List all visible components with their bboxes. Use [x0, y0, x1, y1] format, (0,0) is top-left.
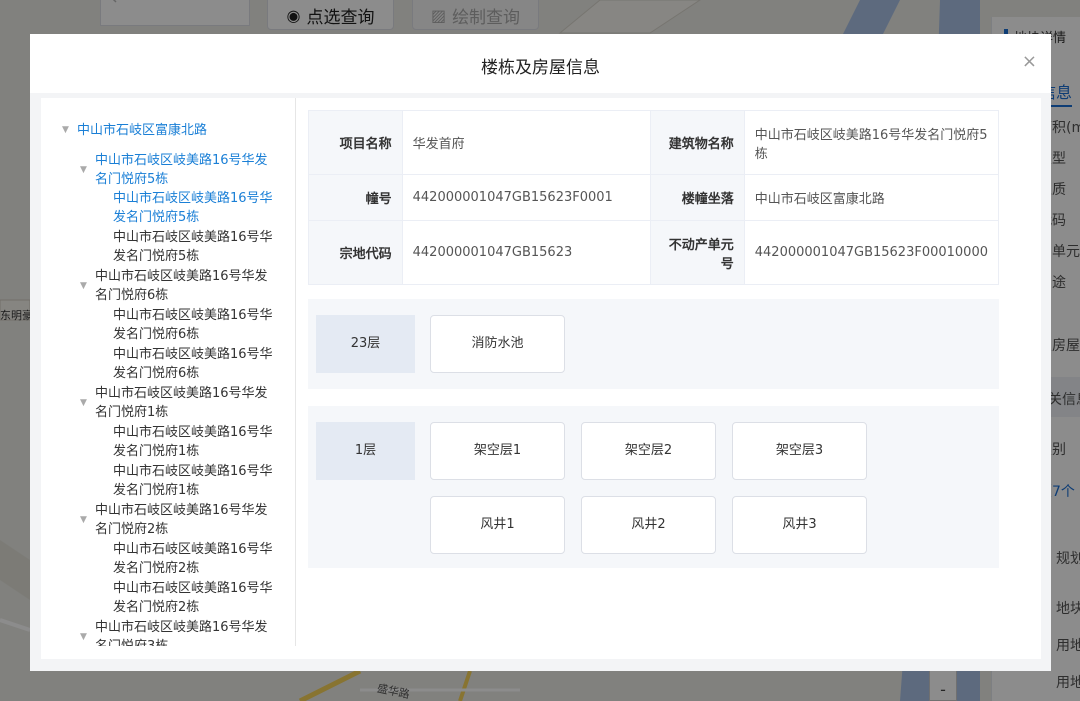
table-row: 宗地代码 442000001047GB15623 不动产单元号 44200000… — [308, 220, 1000, 285]
caret-down-icon: ▼ — [80, 165, 87, 175]
building-detail: 项目名称 华发首府 建筑物名称 中山市石岐区岐美路16号华发名门悦府5栋 幢号 … — [308, 110, 1041, 646]
room-button[interactable]: 架空层2 — [581, 422, 716, 480]
room-button[interactable]: 风井3 — [732, 496, 867, 554]
table-row: 幢号 442000001047GB15623F0001 楼幢坐落 中山市石岐区富… — [308, 174, 1000, 221]
tree-group-label: 中山市石岐区岐美路16号华发名门悦府5栋 — [95, 153, 268, 187]
building-name-value: 中山市石岐区岐美路16号华发名门悦府5栋 — [743, 110, 1000, 175]
tree-root-label: 中山市石岐区富康北路 — [77, 123, 208, 138]
caret-down-icon: ▼ — [80, 398, 87, 408]
tree-leaf[interactable]: 中山市石岐区岐美路16号华发名门悦府6栋 — [113, 345, 283, 383]
close-icon[interactable]: × — [1022, 51, 1037, 73]
tree-group[interactable]: ▼ 中山市石岐区岐美路16号华发名门悦府5栋 — [80, 151, 280, 189]
tree-group-label: 中山市石岐区岐美路16号华发名门悦府1栋 — [95, 386, 268, 420]
room-button[interactable]: 风井1 — [430, 496, 565, 554]
caret-down-icon: ▼ — [80, 632, 87, 642]
tree-leaf-selected[interactable]: 中山市石岐区岐美路16号华发名门悦府5栋 — [113, 189, 283, 227]
room-button[interactable]: 消防水池 — [430, 315, 565, 373]
tree-leaf[interactable]: 中山市石岐区岐美路16号华发名门悦府2栋 — [113, 579, 283, 617]
caret-down-icon: ▼ — [80, 281, 87, 291]
tree-group[interactable]: ▼ 中山市石岐区岐美路16号华发名门悦府3栋 — [80, 618, 280, 646]
tree-leaf[interactable]: 中山市石岐区岐美路16号华发名门悦府1栋 — [113, 423, 283, 461]
tree-group-label: 中山市石岐区岐美路16号华发名门悦府6栋 — [95, 269, 268, 303]
building-no-value: 442000001047GB15623F0001 — [401, 174, 652, 221]
tree-leaf[interactable]: 中山市石岐区岐美路16号华发名门悦府5栋 — [113, 228, 283, 266]
tree-leaf[interactable]: 中山市石岐区岐美路16号华发名门悦府2栋 — [113, 540, 283, 578]
tree-group-label: 中山市石岐区岐美路16号华发名门悦府3栋 — [95, 620, 268, 646]
floor-row: 23层 消防水池 — [308, 299, 999, 389]
floor-row: 1层 架空层1 架空层2 架空层3 风井1 风井2 风井3 — [308, 406, 999, 568]
tree-group-label: 中山市石岐区岐美路16号华发名门悦府2栋 — [95, 503, 268, 537]
floor-label: 1层 — [316, 422, 415, 480]
room-button[interactable]: 架空层3 — [732, 422, 867, 480]
table-row: 项目名称 华发首府 建筑物名称 中山市石岐区岐美路16号华发名门悦府5栋 — [308, 110, 1000, 175]
floor-label: 23层 — [316, 315, 415, 373]
modal-title: 楼栋及房屋信息 — [481, 58, 600, 78]
building-info-table: 项目名称 华发首府 建筑物名称 中山市石岐区岐美路16号华发名门悦府5栋 幢号 … — [308, 110, 1000, 285]
tree-group[interactable]: ▼ 中山市石岐区岐美路16号华发名门悦府1栋 — [80, 384, 280, 422]
building-name-key: 建筑物名称 — [650, 110, 745, 175]
location-value: 中山市石岐区富康北路 — [743, 174, 1000, 221]
parcel-code-value: 442000001047GB15623 — [401, 220, 652, 285]
modal-body: ▼ 中山市石岐区富康北路 ▼ 中山市石岐区岐美路16号华发名门悦府5栋 中山市石… — [41, 98, 1041, 659]
building-no-key: 幢号 — [308, 174, 403, 221]
caret-down-icon: ▼ — [62, 125, 69, 135]
unit-no-key: 不动产单元号 — [650, 220, 745, 285]
tree-leaf[interactable]: 中山市石岐区岐美路16号华发名门悦府1栋 — [113, 462, 283, 500]
tree-group[interactable]: ▼ 中山市石岐区岐美路16号华发名门悦府6栋 — [80, 267, 280, 305]
project-name-value: 华发首府 — [401, 110, 652, 175]
unit-no-value: 442000001047GB15623F00010000 — [743, 220, 1000, 285]
building-info-modal: 楼栋及房屋信息 × ▼ 中山市石岐区富康北路 ▼ 中山市石岐区岐美路16号华发名… — [30, 34, 1051, 671]
tree-group[interactable]: ▼ 中山市石岐区岐美路16号华发名门悦府2栋 — [80, 501, 280, 539]
parcel-code-key: 宗地代码 — [308, 220, 403, 285]
project-name-key: 项目名称 — [308, 110, 403, 175]
modal-header: 楼栋及房屋信息 × — [30, 34, 1051, 93]
building-tree: ▼ 中山市石岐区富康北路 ▼ 中山市石岐区岐美路16号华发名门悦府5栋 中山市石… — [41, 98, 296, 646]
caret-down-icon: ▼ — [80, 515, 87, 525]
room-button[interactable]: 架空层1 — [430, 422, 565, 480]
tree-root[interactable]: ▼ 中山市石岐区富康北路 — [62, 121, 208, 140]
room-button[interactable]: 风井2 — [581, 496, 716, 554]
tree-leaf[interactable]: 中山市石岐区岐美路16号华发名门悦府6栋 — [113, 306, 283, 344]
location-key: 楼幢坐落 — [650, 174, 745, 221]
